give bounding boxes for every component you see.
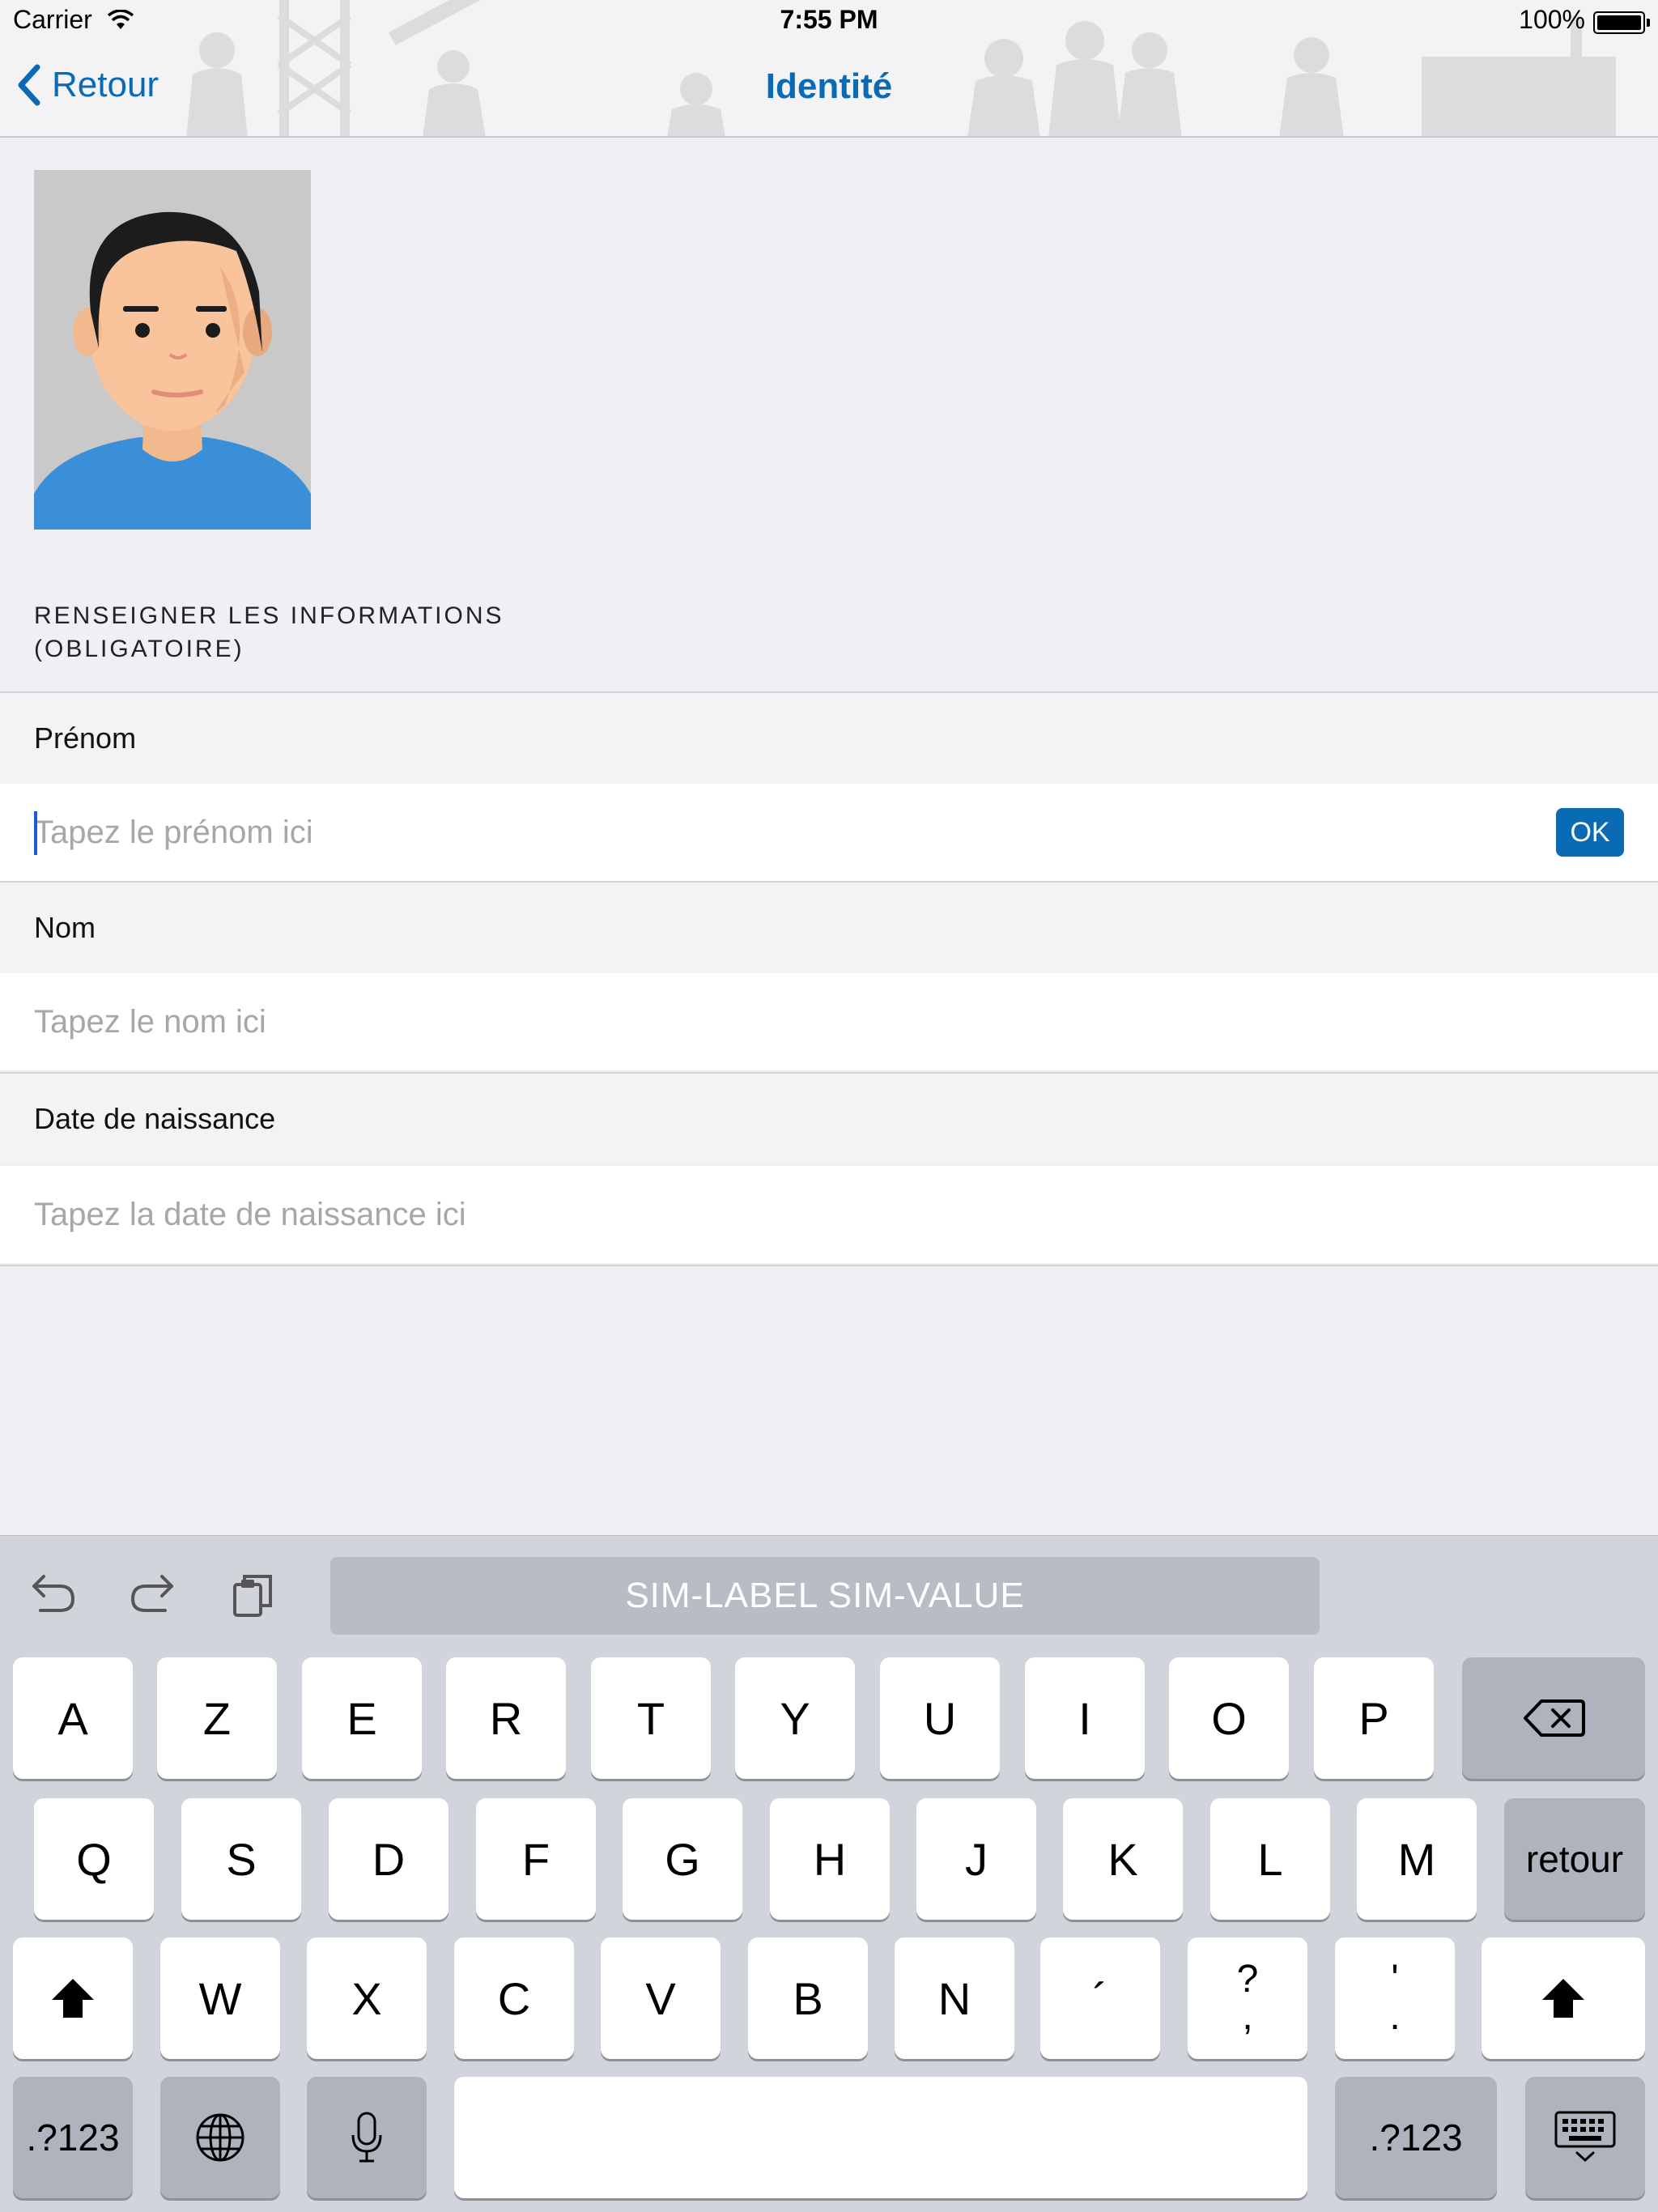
backspace-icon <box>1524 1699 1585 1737</box>
shift-right-button[interactable] <box>1482 1938 1645 2059</box>
key-p[interactable]: P <box>1314 1657 1434 1779</box>
paste-icon[interactable] <box>232 1570 277 1619</box>
numbers-right-button[interactable]: .?123 <box>1335 2077 1497 2198</box>
key-v[interactable]: V <box>601 1938 721 2059</box>
status-time: 7:55 PM <box>780 5 878 34</box>
numbers-left-button[interactable]: .?123 <box>13 2077 133 2198</box>
key-question-comma-bottom: , <box>1242 1995 1253 2038</box>
section-header: RENSEIGNER LES INFORMATIONS (OBLIGATOIRE… <box>34 599 504 666</box>
key-question-comma-top: ? <box>1236 1958 1259 2001</box>
undo-icon[interactable] <box>29 1570 78 1615</box>
section-header-line1: RENSEIGNER LES INFORMATIONS <box>34 602 504 629</box>
dismiss-keyboard-button[interactable] <box>1525 2077 1645 2198</box>
microphone-icon <box>351 2112 382 2163</box>
key-x[interactable]: X <box>307 1938 427 2059</box>
onscreen-keyboard: SIM-LABEL SIM-VALUE A Z E R T Y U I O P … <box>0 1535 1658 2212</box>
return-button[interactable]: retour <box>1504 1798 1645 1920</box>
field-label-lastname: Nom <box>0 881 1658 973</box>
person-avatar-illustration <box>34 170 311 530</box>
key-g[interactable]: G <box>623 1798 742 1920</box>
ok-button[interactable]: OK <box>1556 808 1624 857</box>
key-r[interactable]: R <box>446 1657 566 1779</box>
keyboard-dismiss-icon <box>1554 2111 1616 2163</box>
key-apostrophe-period[interactable]: ' . <box>1335 1938 1455 2059</box>
key-s[interactable]: S <box>181 1798 301 1920</box>
space-bar[interactable] <box>454 2077 1307 2198</box>
firstname-input[interactable] <box>34 814 1491 851</box>
key-question-comma[interactable]: ? , <box>1188 1938 1307 2059</box>
key-u[interactable]: U <box>880 1657 1000 1779</box>
birthdate-row <box>0 1166 1658 1263</box>
redo-icon[interactable] <box>128 1570 176 1615</box>
shift-icon <box>1542 1979 1584 2018</box>
key-q[interactable]: Q <box>34 1798 154 1920</box>
key-m[interactable]: M <box>1357 1798 1477 1920</box>
key-f[interactable]: F <box>476 1798 596 1920</box>
key-o[interactable]: O <box>1169 1657 1289 1779</box>
key-h[interactable]: H <box>770 1798 890 1920</box>
key-j[interactable]: J <box>916 1798 1036 1920</box>
page-title: Identité <box>765 66 893 106</box>
section-header-line2: (OBLIGATOIRE) <box>34 636 244 662</box>
birthdate-input[interactable] <box>34 1196 1491 1233</box>
navigation-bar: Carrier 7:55 PM 100% Retour Identité <box>0 0 1658 138</box>
lastname-row <box>0 973 1658 1070</box>
key-l[interactable]: L <box>1210 1798 1330 1920</box>
key-i[interactable]: I <box>1025 1657 1145 1779</box>
key-b[interactable]: B <box>748 1938 868 2059</box>
shift-left-button[interactable] <box>13 1938 133 2059</box>
shift-icon <box>52 1979 94 2018</box>
key-n[interactable]: N <box>895 1938 1014 2059</box>
key-k[interactable]: K <box>1063 1798 1183 1920</box>
key-y[interactable]: Y <box>735 1657 855 1779</box>
globe-button[interactable] <box>160 2077 280 2198</box>
globe-icon <box>196 2113 244 2162</box>
firstname-row: OK <box>0 784 1658 881</box>
key-z[interactable]: Z <box>157 1657 277 1779</box>
battery-icon <box>1593 11 1650 34</box>
dictation-button[interactable] <box>307 2077 427 2198</box>
field-label-firstname: Prénom <box>0 691 1658 784</box>
avatar[interactable] <box>34 170 311 530</box>
key-e[interactable]: E <box>302 1657 422 1779</box>
text-cursor <box>34 811 37 855</box>
key-acute-accent[interactable]: ´ <box>1040 1938 1160 2059</box>
lastname-input[interactable] <box>34 1003 1491 1040</box>
key-apostrophe-period-top: ' <box>1391 1958 1399 2001</box>
key-t[interactable]: T <box>591 1657 711 1779</box>
key-w[interactable]: W <box>160 1938 280 2059</box>
status-battery-percent: 100% <box>1519 5 1585 34</box>
key-d[interactable]: D <box>329 1798 449 1920</box>
key-c[interactable]: C <box>454 1938 574 2059</box>
delete-button[interactable] <box>1462 1657 1645 1779</box>
autofill-suggestion[interactable]: SIM-LABEL SIM-VALUE <box>330 1557 1320 1635</box>
field-label-birthdate: Date de naissance <box>0 1072 1658 1164</box>
key-a[interactable]: A <box>13 1657 133 1779</box>
divider <box>0 1265 1658 1266</box>
key-apostrophe-period-bottom: . <box>1389 1995 1401 2038</box>
